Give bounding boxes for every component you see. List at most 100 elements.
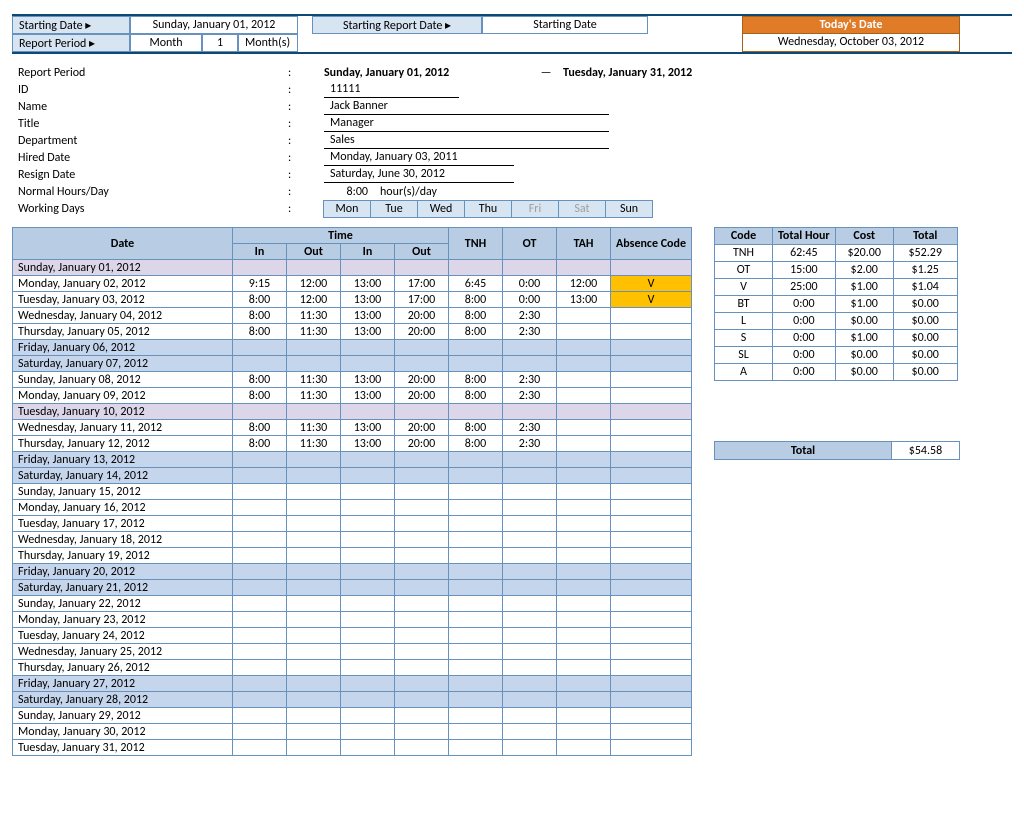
date-cell[interactable]: Thursday, January 05, 2012 bbox=[13, 324, 233, 340]
time-in-2[interactable] bbox=[341, 500, 395, 516]
time-out-2[interactable]: 20:00 bbox=[395, 388, 449, 404]
time-in-2[interactable] bbox=[341, 516, 395, 532]
absence-cell[interactable] bbox=[611, 692, 692, 708]
report-period-num[interactable]: 1 bbox=[202, 34, 238, 52]
time-out-1[interactable] bbox=[287, 500, 341, 516]
absence-cell[interactable] bbox=[611, 308, 692, 324]
time-in-2[interactable] bbox=[341, 692, 395, 708]
time-out-1[interactable] bbox=[287, 548, 341, 564]
working-day-cell[interactable]: Tue bbox=[370, 200, 418, 218]
time-out-1[interactable] bbox=[287, 596, 341, 612]
time-out-1[interactable] bbox=[287, 628, 341, 644]
time-in-2[interactable]: 13:00 bbox=[341, 308, 395, 324]
time-in-1[interactable] bbox=[233, 676, 287, 692]
absence-cell[interactable] bbox=[611, 468, 692, 484]
date-cell[interactable]: Sunday, January 01, 2012 bbox=[13, 260, 233, 276]
time-out-2[interactable] bbox=[395, 660, 449, 676]
working-day-cell[interactable]: Sat bbox=[558, 200, 606, 218]
absence-cell[interactable] bbox=[611, 420, 692, 436]
absence-cell[interactable]: V bbox=[611, 292, 692, 308]
date-cell[interactable]: Friday, January 27, 2012 bbox=[13, 676, 233, 692]
info-title-value[interactable]: Manager bbox=[324, 116, 609, 132]
absence-cell[interactable] bbox=[611, 324, 692, 340]
date-cell[interactable]: Saturday, January 21, 2012 bbox=[13, 580, 233, 596]
absence-cell[interactable] bbox=[611, 452, 692, 468]
time-in-1[interactable] bbox=[233, 340, 287, 356]
time-in-1[interactable] bbox=[233, 740, 287, 756]
time-out-1[interactable]: 12:00 bbox=[287, 292, 341, 308]
time-in-1[interactable] bbox=[233, 564, 287, 580]
time-in-1[interactable]: 8:00 bbox=[233, 388, 287, 404]
time-in-1[interactable] bbox=[233, 580, 287, 596]
time-out-2[interactable] bbox=[395, 468, 449, 484]
time-out-2[interactable] bbox=[395, 516, 449, 532]
time-out-1[interactable] bbox=[287, 676, 341, 692]
time-in-1[interactable] bbox=[233, 516, 287, 532]
absence-cell[interactable] bbox=[611, 564, 692, 580]
time-out-1[interactable] bbox=[287, 516, 341, 532]
time-out-2[interactable] bbox=[395, 692, 449, 708]
absence-cell[interactable] bbox=[611, 660, 692, 676]
time-out-1[interactable]: 11:30 bbox=[287, 308, 341, 324]
absence-cell[interactable] bbox=[611, 404, 692, 420]
time-out-2[interactable]: 20:00 bbox=[395, 436, 449, 452]
time-in-1[interactable]: 8:00 bbox=[233, 436, 287, 452]
time-in-2[interactable] bbox=[341, 660, 395, 676]
time-in-1[interactable] bbox=[233, 260, 287, 276]
time-in-2[interactable] bbox=[341, 340, 395, 356]
date-cell[interactable]: Friday, January 13, 2012 bbox=[13, 452, 233, 468]
time-out-1[interactable] bbox=[287, 532, 341, 548]
absence-cell[interactable] bbox=[611, 260, 692, 276]
absence-cell[interactable] bbox=[611, 388, 692, 404]
absence-cell[interactable] bbox=[611, 628, 692, 644]
date-cell[interactable]: Tuesday, January 31, 2012 bbox=[13, 740, 233, 756]
time-out-1[interactable]: 11:30 bbox=[287, 372, 341, 388]
time-in-1[interactable] bbox=[233, 708, 287, 724]
time-out-2[interactable] bbox=[395, 596, 449, 612]
time-in-1[interactable] bbox=[233, 500, 287, 516]
time-in-1[interactable] bbox=[233, 644, 287, 660]
working-day-cell[interactable]: Thu bbox=[464, 200, 512, 218]
time-in-1[interactable] bbox=[233, 356, 287, 372]
time-in-2[interactable] bbox=[341, 484, 395, 500]
time-out-1[interactable] bbox=[287, 468, 341, 484]
time-in-2[interactable] bbox=[341, 596, 395, 612]
absence-cell[interactable] bbox=[611, 484, 692, 500]
info-dept-value[interactable]: Sales bbox=[324, 133, 609, 149]
time-in-2[interactable] bbox=[341, 676, 395, 692]
time-in-2[interactable]: 13:00 bbox=[341, 292, 395, 308]
time-out-1[interactable] bbox=[287, 340, 341, 356]
time-out-1[interactable] bbox=[287, 692, 341, 708]
time-out-1[interactable] bbox=[287, 660, 341, 676]
time-in-2[interactable] bbox=[341, 708, 395, 724]
time-out-2[interactable] bbox=[395, 340, 449, 356]
time-in-2[interactable] bbox=[341, 724, 395, 740]
date-cell[interactable]: Wednesday, January 18, 2012 bbox=[13, 532, 233, 548]
time-out-1[interactable] bbox=[287, 724, 341, 740]
info-nhpd-hours[interactable]: 8:00 bbox=[324, 185, 374, 199]
time-in-2[interactable] bbox=[341, 452, 395, 468]
time-out-2[interactable] bbox=[395, 356, 449, 372]
time-out-1[interactable] bbox=[287, 356, 341, 372]
time-out-1[interactable]: 11:30 bbox=[287, 420, 341, 436]
time-in-1[interactable] bbox=[233, 532, 287, 548]
time-in-1[interactable] bbox=[233, 596, 287, 612]
working-day-cell[interactable]: Mon bbox=[323, 200, 371, 218]
time-in-1[interactable] bbox=[233, 612, 287, 628]
absence-cell[interactable] bbox=[611, 612, 692, 628]
time-out-2[interactable] bbox=[395, 532, 449, 548]
time-out-2[interactable] bbox=[395, 724, 449, 740]
absence-cell[interactable] bbox=[611, 676, 692, 692]
time-out-2[interactable] bbox=[395, 404, 449, 420]
time-out-2[interactable]: 20:00 bbox=[395, 324, 449, 340]
date-cell[interactable]: Sunday, January 08, 2012 bbox=[13, 372, 233, 388]
date-cell[interactable]: Monday, January 02, 2012 bbox=[13, 276, 233, 292]
date-cell[interactable]: Saturday, January 14, 2012 bbox=[13, 468, 233, 484]
date-cell[interactable]: Saturday, January 07, 2012 bbox=[13, 356, 233, 372]
date-cell[interactable]: Sunday, January 22, 2012 bbox=[13, 596, 233, 612]
starting-report-value[interactable]: Starting Date bbox=[482, 16, 648, 34]
time-in-2[interactable]: 13:00 bbox=[341, 388, 395, 404]
date-cell[interactable]: Tuesday, January 24, 2012 bbox=[13, 628, 233, 644]
date-cell[interactable]: Saturday, January 28, 2012 bbox=[13, 692, 233, 708]
time-out-2[interactable] bbox=[395, 676, 449, 692]
